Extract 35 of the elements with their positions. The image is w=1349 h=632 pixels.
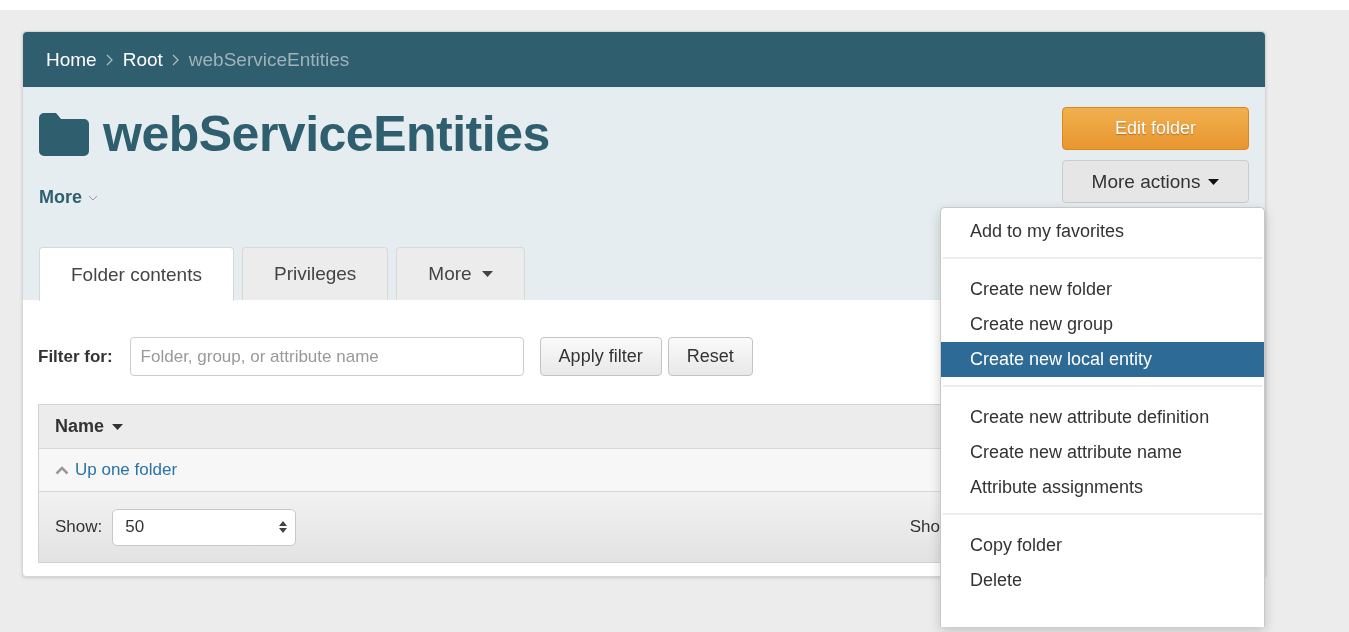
menu-item[interactable]: Attribute assignments [941,470,1264,505]
breadcrumb-link[interactable]: Home [46,48,97,71]
menu-item[interactable]: Create new local entity [941,342,1264,377]
tab[interactable]: Privileges [241,247,389,300]
filter-input-field[interactable]: Folder, group, or attribute name [129,337,524,376]
more-actions-button[interactable]: More actions [1062,160,1249,203]
tab[interactable]: More [396,247,525,300]
menu-item[interactable]: Copy folder [941,528,1264,563]
page-title: webServiceEntities [103,105,550,163]
up-folder-link[interactable]: Up one folder [75,460,178,480]
menu-item[interactable]: Create new folder [941,272,1264,307]
name-column-header[interactable]: Name [55,416,124,437]
sort-arrows-icon [279,520,288,534]
page-size-select[interactable]: 50 [112,508,297,546]
chevron-down-icon [88,194,98,201]
filter-label: Filter for: [38,346,113,367]
chevron-up-icon [55,465,69,475]
caret-icon [481,271,493,277]
apply-filter-button[interactable]: Apply filter [539,337,662,376]
menu-item[interactable]: Delete [941,563,1264,598]
chevron-right-icon [171,53,180,66]
reset-button[interactable]: Reset [667,337,753,376]
folder-icon [39,112,89,156]
menu-item[interactable]: Create new attribute name [941,435,1264,470]
menu-item[interactable]: Create new attribute definition [941,400,1264,435]
caret-icon [1208,178,1220,185]
breadcrumb-link[interactable]: Root [122,48,163,71]
menu-item[interactable]: Create new group [941,307,1264,342]
truncated-text: Sho [909,517,940,537]
show-label: Show: [55,517,103,537]
caret-icon [112,423,124,430]
menu-item[interactable]: Add to my favorites [941,214,1264,249]
chevron-right-icon [105,53,114,66]
tab[interactable]: Folder contents [39,247,234,301]
more-link[interactable]: More [39,187,98,208]
